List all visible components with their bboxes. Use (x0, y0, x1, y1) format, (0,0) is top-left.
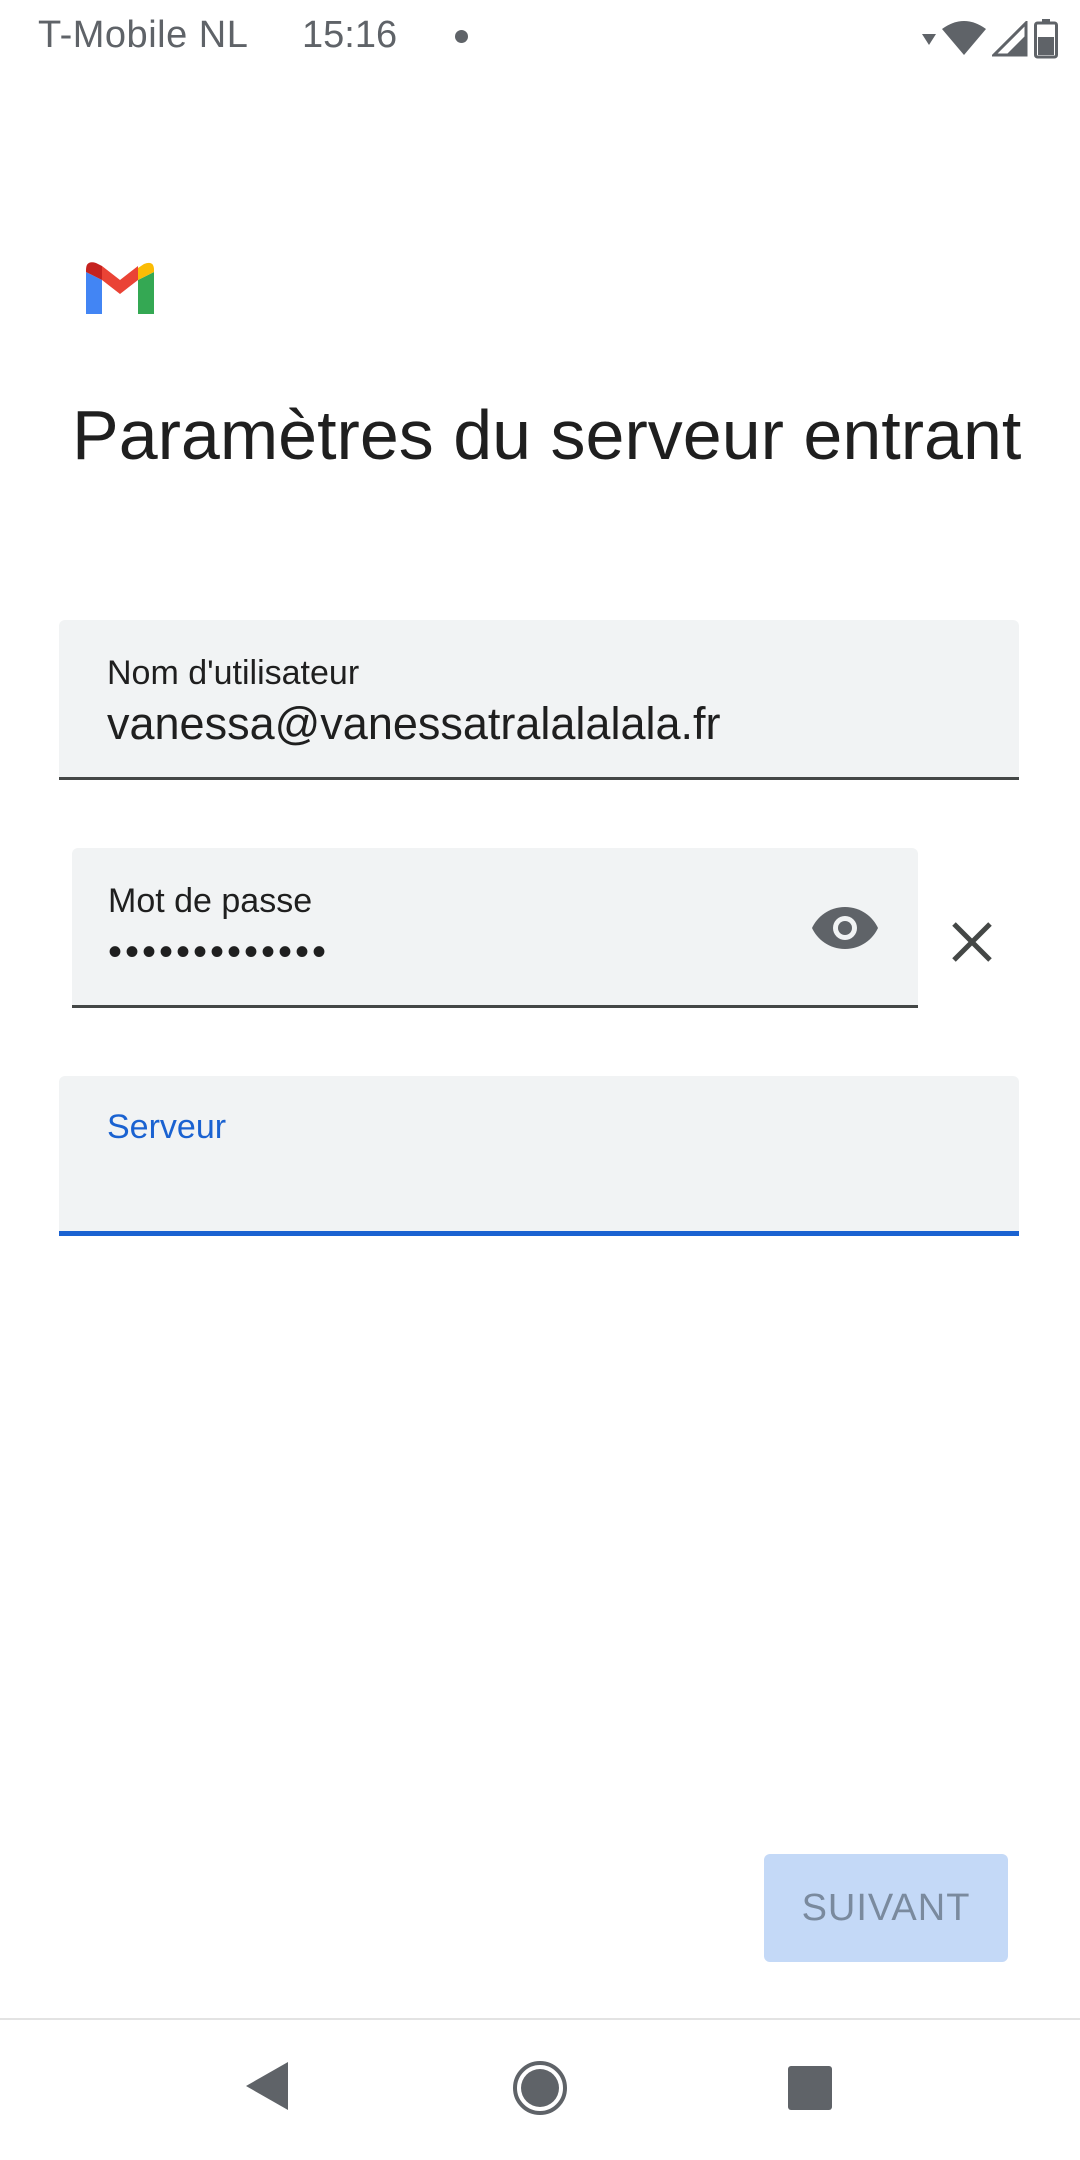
page-title: Paramètres du serveur entrant (72, 396, 1022, 474)
status-time: 15:16 (302, 14, 398, 56)
close-icon (952, 922, 992, 962)
status-icons (922, 14, 1058, 64)
status-bar: T-Mobile NL 15:16 (0, 0, 1080, 76)
password-label: Mot de passe (108, 882, 313, 920)
back-icon[interactable] (244, 2060, 290, 2112)
username-label: Nom d'utilisateur (107, 654, 360, 692)
navigation-bar (0, 2020, 1080, 2160)
recents-icon[interactable] (786, 2064, 834, 2112)
server-label: Serveur (107, 1108, 227, 1146)
eye-icon (812, 907, 878, 949)
password-value[interactable]: ••••••••••••• (108, 930, 329, 975)
server-field[interactable]: Serveur (59, 1076, 1019, 1236)
next-button[interactable]: SUIVANT (764, 1854, 1008, 1962)
wifi-icon (942, 21, 986, 55)
carrier-name: T-Mobile NL (38, 14, 249, 56)
username-value[interactable]: vanessa@vanessatralalalala.fr (107, 698, 721, 750)
data-activity-icon (922, 34, 936, 45)
battery-icon (1034, 19, 1058, 59)
clear-password-button[interactable] (942, 912, 1002, 972)
notification-dot-icon (455, 30, 468, 43)
gmail-logo-icon (86, 262, 154, 314)
username-field[interactable]: Nom d'utilisateur vanessa@vanessatralala… (59, 620, 1019, 780)
cell-signal-icon (992, 21, 1028, 57)
toggle-password-visibility-button[interactable] (808, 900, 882, 956)
home-icon[interactable] (512, 2060, 568, 2116)
password-field[interactable]: Mot de passe ••••••••••••• (72, 848, 918, 1008)
